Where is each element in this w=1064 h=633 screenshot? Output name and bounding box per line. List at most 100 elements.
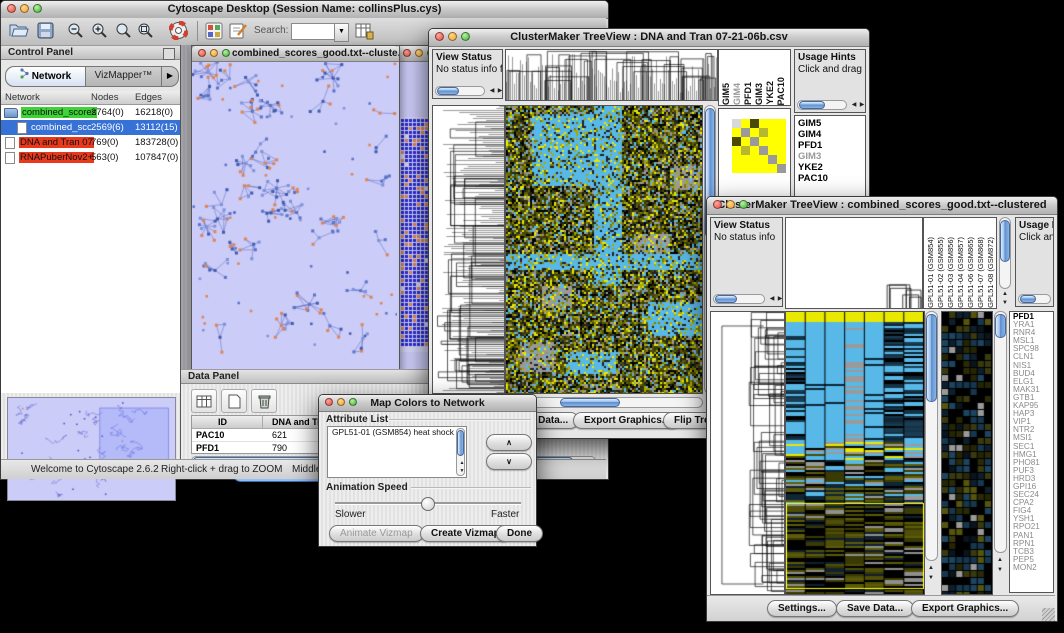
gene-label[interactable]: PAN1 xyxy=(1013,532,1053,540)
attribute-list[interactable]: GPL51-01 (GSM854) heat shock 05 minGPL51… xyxy=(327,426,467,478)
gene-label[interactable]: YSH1 xyxy=(1013,515,1053,523)
animate-vizmap-button[interactable]: Animate Vizmap xyxy=(329,525,424,542)
tab-vizmapper[interactable]: VizMapper™ xyxy=(86,67,161,86)
treeview2-collabel-vscrollbar[interactable] xyxy=(999,217,1011,289)
delete-attribute-icon[interactable] xyxy=(251,389,277,413)
gene-label[interactable]: PUF3 xyxy=(1013,467,1053,475)
gene-label[interactable]: CLN1 xyxy=(1013,353,1053,361)
treeview2-column-dendrogram[interactable] xyxy=(785,217,923,309)
zoom-selected-icon[interactable] xyxy=(137,22,155,45)
settings-button[interactable]: Settings... xyxy=(767,600,837,617)
treeview1-heatmap[interactable] xyxy=(505,105,703,394)
gene-label[interactable]: RPO21 xyxy=(1013,523,1053,531)
gene-label[interactable]: RPN1 xyxy=(1013,540,1053,548)
save-data-button[interactable]: Save Data... xyxy=(836,600,914,617)
column-label[interactable]: PFD1 xyxy=(743,82,752,105)
network-overview-thumbnail[interactable] xyxy=(7,397,176,501)
gene-label[interactable]: GTB1 xyxy=(1013,394,1053,402)
scroll-up-icon[interactable]: ▲ xyxy=(458,460,466,467)
scroll-up-icon[interactable]: ▲ xyxy=(1000,291,1010,298)
column-label[interactable]: GPL51-02 (GSM855) xyxy=(936,237,945,308)
network-list-row[interactable]: RNAPuberNov2+563(0)107847(0) xyxy=(1,150,180,165)
treeview2-heatmap[interactable] xyxy=(785,311,925,595)
cytoscape-titlebar[interactable]: Cytoscape Desktop (Session Name: collins… xyxy=(1,1,608,19)
help-icon[interactable] xyxy=(169,21,188,45)
close-button[interactable] xyxy=(435,32,444,41)
zoom-in-icon[interactable] xyxy=(91,22,109,45)
correlation-mini-heatmap[interactable] xyxy=(732,119,786,173)
column-label[interactable]: GPL51-08 (GSM872) xyxy=(986,237,995,308)
move-up-button[interactable]: ∧ xyxy=(486,434,532,451)
minimize-button[interactable] xyxy=(210,49,218,57)
new-attribute-icon[interactable] xyxy=(221,389,247,413)
column-label[interactable]: GPL51-06 (GSM865) xyxy=(966,237,975,308)
resize-grip[interactable] xyxy=(1042,608,1055,621)
treeview2-titlebar[interactable]: ClusterMaker TreeView : combined_scores_… xyxy=(707,197,1057,215)
vizmapper-icon[interactable] xyxy=(205,22,223,45)
minimize-button[interactable] xyxy=(448,32,457,41)
column-label[interactable]: YKE2 xyxy=(765,81,774,105)
save-session-icon[interactable] xyxy=(37,22,54,44)
gene-label[interactable]: SPC98 xyxy=(1013,345,1053,353)
treeview1-titlebar[interactable]: ClusterMaker TreeView : DNA and Tran 07-… xyxy=(429,29,869,47)
zoom-button[interactable] xyxy=(739,200,748,209)
gene-label[interactable]: CPA2 xyxy=(1013,499,1053,507)
zoom-button[interactable] xyxy=(461,32,470,41)
scroll-up-icon[interactable]: ▲ xyxy=(926,565,936,572)
slider-thumb[interactable] xyxy=(421,497,435,511)
gene-label[interactable]: HAP3 xyxy=(1013,410,1053,418)
float-panel-icon[interactable] xyxy=(163,48,175,60)
search-dropdown-button[interactable]: ▼ xyxy=(334,23,349,42)
gene-label[interactable]: MSL1 xyxy=(1013,337,1053,345)
dialog-titlebar[interactable]: Map Colors to Network xyxy=(319,395,536,412)
attribute-browser-icon[interactable] xyxy=(355,22,374,45)
row-label[interactable]: PAC10 xyxy=(798,173,865,184)
gene-label[interactable]: NIS1 xyxy=(1013,362,1053,370)
move-down-button[interactable]: ∨ xyxy=(486,453,532,470)
network-list-row[interactable]: combined_sco2569(6)13112(15) xyxy=(1,120,180,135)
treeview2-column-labels[interactable]: GPL51-01 (GSM854)GPL51-02 (GSM855)GPL51-… xyxy=(923,217,997,309)
column-label[interactable]: GPL51-03 (GSM856) xyxy=(946,237,955,308)
gene-label[interactable]: HMG1 xyxy=(1013,451,1053,459)
column-label[interactable]: GPL51-07 (GSM868) xyxy=(976,237,985,308)
row-label[interactable]: GIM5 xyxy=(798,118,865,129)
column-label[interactable]: GIM4 xyxy=(732,83,741,105)
gene-label[interactable]: FIG4 xyxy=(1013,507,1053,515)
gene-label[interactable]: GPI16 xyxy=(1013,483,1053,491)
scroll-right-icon[interactable]: ▶ xyxy=(495,88,503,95)
scroll-right-icon[interactable]: ▶ xyxy=(857,102,866,109)
minimize-button[interactable] xyxy=(726,200,735,209)
usage-hints-hscrollbar[interactable] xyxy=(1018,294,1051,304)
done-button[interactable]: Done xyxy=(496,525,543,542)
gene-label[interactable]: KAP95 xyxy=(1013,402,1053,410)
treeview2-gene-labels[interactable]: PFD1YRA1RNR4MSL1SPC98CLN1NIS1BUD4ELG1MAK… xyxy=(1009,311,1054,593)
search-input[interactable] xyxy=(291,23,335,40)
gene-label[interactable]: PEP5 xyxy=(1013,556,1053,564)
column-label[interactable]: GIM3 xyxy=(754,83,763,105)
view-status-hscrollbar[interactable] xyxy=(435,86,485,96)
open-session-icon[interactable] xyxy=(9,22,29,44)
treeview2-zoom-vscrollbar[interactable] xyxy=(994,311,1007,553)
row-label[interactable]: PFD1 xyxy=(798,140,865,151)
network-canvas[interactable] xyxy=(192,62,397,373)
annotation-icon[interactable] xyxy=(229,22,248,45)
minimize-button[interactable] xyxy=(415,49,423,57)
tab-overflow-arrow[interactable]: ▶ xyxy=(161,67,178,86)
gene-label[interactable]: HRD3 xyxy=(1013,475,1053,483)
scroll-down-icon[interactable]: ▼ xyxy=(995,567,1005,574)
gene-label[interactable]: RNR4 xyxy=(1013,329,1053,337)
gene-label[interactable]: MAK31 xyxy=(1013,386,1053,394)
gene-label[interactable]: MON2 xyxy=(1013,564,1053,572)
gene-label[interactable]: ELG1 xyxy=(1013,378,1053,386)
network-view-1-titlebar[interactable]: combined_scores_good.txt--cluste... xyxy=(192,46,399,62)
scroll-down-icon[interactable]: ▼ xyxy=(458,468,466,475)
network-canvas-grid[interactable] xyxy=(400,117,430,352)
close-button[interactable] xyxy=(7,4,16,13)
treeview2-zoom-heatmap[interactable] xyxy=(941,311,993,595)
scroll-up-icon[interactable]: ▲ xyxy=(995,557,1005,564)
column-label[interactable]: GPL51-01 (GSM854) xyxy=(926,237,935,308)
network-table-header[interactable]: Network Nodes Edges xyxy=(1,91,180,105)
column-label[interactable]: GIM5 xyxy=(721,83,730,105)
minimize-button[interactable] xyxy=(337,398,345,406)
treeview2-vscrollbar[interactable] xyxy=(925,311,938,561)
